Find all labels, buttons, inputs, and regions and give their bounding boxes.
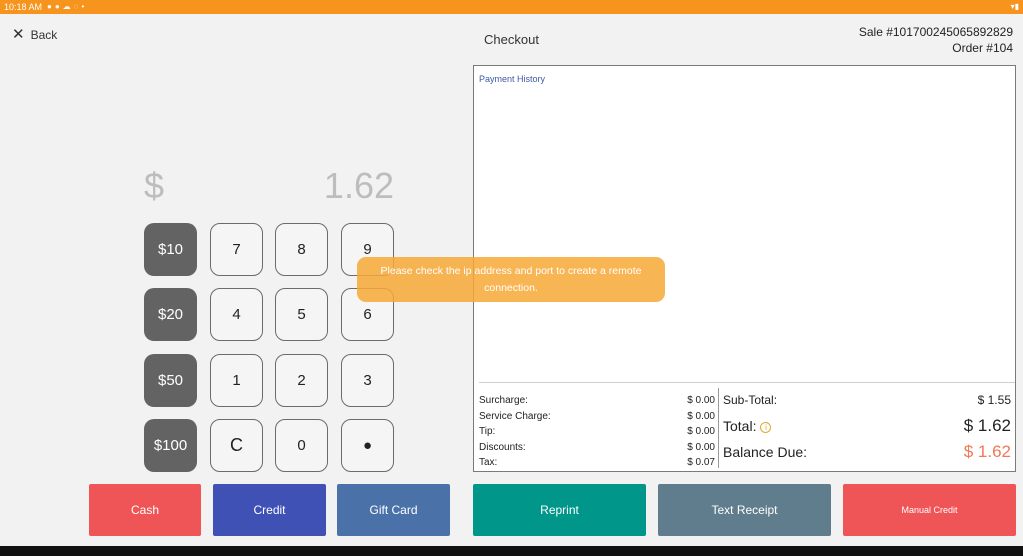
sale-number: Sale #1017002450658​92829 xyxy=(858,25,1013,39)
total-row: Total: i $ 1.62 xyxy=(723,416,1011,442)
preset-10-button[interactable]: $10 xyxy=(144,223,197,276)
fee-row-surcharge: Surcharge: $ 0.00 xyxy=(479,395,715,406)
key-clear[interactable]: C xyxy=(210,419,263,472)
fee-row-service-charge: Service Charge: $ 0.00 xyxy=(479,410,715,422)
divider xyxy=(479,382,1015,383)
cash-button[interactable]: Cash xyxy=(89,484,201,536)
info-icon[interactable]: i xyxy=(760,422,772,433)
total-value: $ 1.62 xyxy=(963,416,1011,435)
key-7[interactable]: 7 xyxy=(210,223,263,276)
fee-row-discounts: Discounts: $ 0.00 xyxy=(479,441,715,453)
key-2[interactable]: 2 xyxy=(275,354,328,407)
sale-info: Sale #1017002450658​92829 Order #104 xyxy=(859,24,1013,56)
subtotal-row: Sub-Total: $ 1.55 xyxy=(723,392,1011,416)
status-bar: 10:18 AM ● ● ☁ ◌ • ▾▮ xyxy=(0,0,1023,14)
preset-20-button[interactable]: $20 xyxy=(144,288,197,341)
key-1[interactable]: 1 xyxy=(210,354,263,407)
preset-50-button[interactable]: $50 xyxy=(144,354,197,407)
preset-100-button[interactable]: $100 xyxy=(144,419,197,472)
reprint-button[interactable]: Reprint xyxy=(473,484,646,536)
alert-icon: ◌ xyxy=(73,2,79,11)
system-nav-bar xyxy=(0,546,1023,556)
key-decimal[interactable]: ● xyxy=(341,419,394,472)
fee-row-tip: Tip: $ 0.00 xyxy=(479,426,715,437)
totals: Sub-Total: $ 1.55 Total: i $ 1.62 Balance… xyxy=(723,392,1011,462)
amount-value: 1.62 xyxy=(323,165,394,206)
payment-history-label: Payment History xyxy=(479,74,546,84)
subtotal-value: $ 1.55 xyxy=(977,393,1011,407)
credit-button[interactable]: Credit xyxy=(213,484,326,536)
wifi-battery-icon: ▾▮ xyxy=(1010,2,1019,11)
fee-row-tax: Tax: $ 0.07 xyxy=(479,457,715,468)
check-icon: ● xyxy=(54,2,60,11)
currency-symbol: $ xyxy=(144,165,165,206)
fees-list: Surcharge: $ 0.00 Service Charge: $ 0.00 T… xyxy=(479,393,715,471)
text-receipt-button[interactable]: Text Receipt xyxy=(658,484,831,536)
gift-card-button[interactable]: Gift Card xyxy=(337,484,450,536)
key-0[interactable]: 0 xyxy=(275,419,328,472)
sync-icon: ● xyxy=(47,2,52,11)
cloud-icon: ☁ xyxy=(62,2,71,11)
balance-value: $ 1.62 xyxy=(963,442,1011,461)
total-label: Total: xyxy=(723,418,757,434)
balance-label: Balance Due: xyxy=(723,444,808,460)
key-8[interactable]: 8 xyxy=(275,223,328,276)
manual-credit-button[interactable]: Manual Credit xyxy=(843,484,1016,536)
key-4[interactable]: 4 xyxy=(210,288,263,341)
dot-icon: • xyxy=(81,2,85,11)
key-5[interactable]: 5 xyxy=(275,288,328,341)
subtotal-label: Sub-Total: xyxy=(723,393,778,407)
amount-display: $ 1.62 xyxy=(144,164,394,208)
key-3[interactable]: 3 xyxy=(341,354,394,407)
balance-row: Balance Due: $ 1.62 xyxy=(723,442,1011,462)
order-number: Order #104 xyxy=(952,41,1013,55)
status-time: 10:18 AM xyxy=(4,2,43,12)
toast-message: Please check the ip address and port to … xyxy=(357,257,665,302)
divider xyxy=(718,388,719,468)
